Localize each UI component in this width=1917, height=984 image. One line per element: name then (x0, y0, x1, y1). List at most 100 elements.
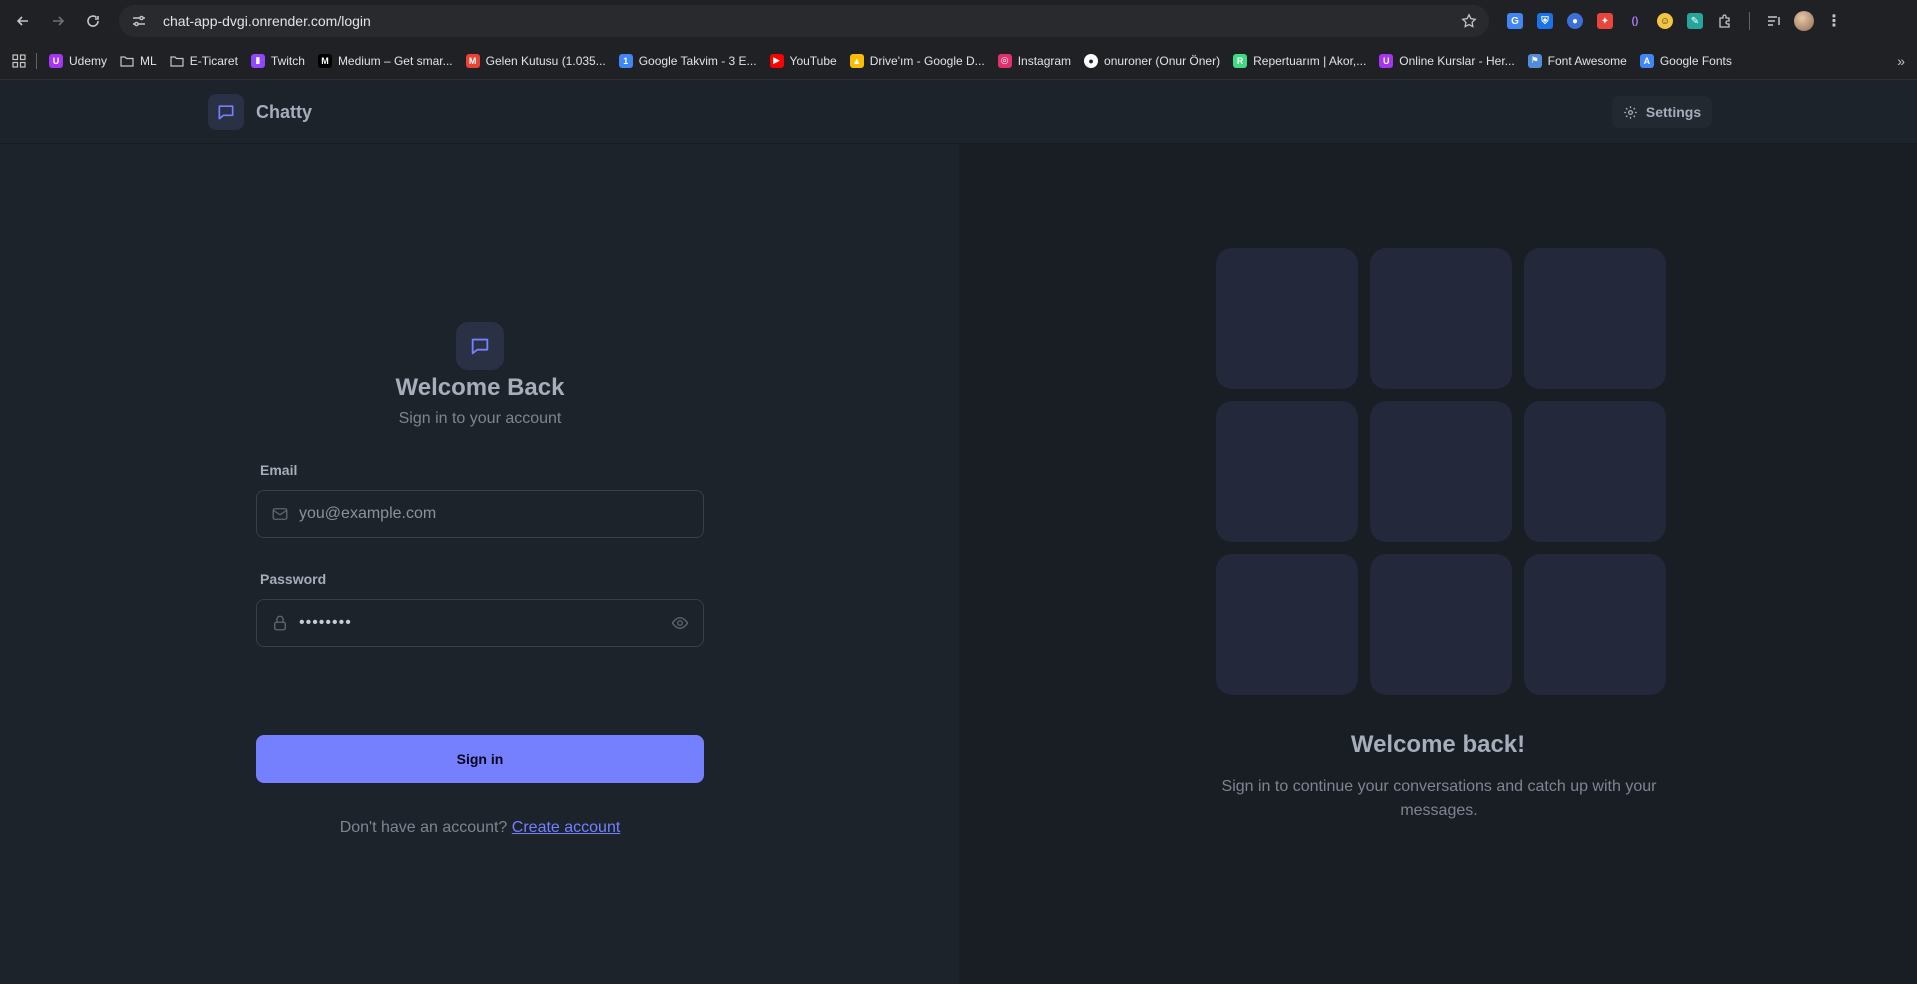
youtube-icon: ▶ (769, 53, 784, 68)
bookmark-label: Google Fonts (1659, 53, 1732, 68)
email-placeholder: you@example.com (299, 505, 437, 522)
browser-toolbar: chat-app-dvgi.onrender.com/login G ⛨ ● ✦… (0, 0, 1917, 42)
translate-extension-icon[interactable]: G (1503, 9, 1527, 33)
instagram-icon: ◎ (997, 53, 1012, 68)
brackets-extension-icon[interactable]: () (1623, 9, 1647, 33)
bookmark-label: E-Ticaret (189, 53, 238, 68)
login-subtitle: Sign in to your account (398, 410, 562, 427)
udemy-icon: U (1379, 53, 1394, 68)
sign-in-button[interactable]: Sign in (256, 735, 704, 783)
settings-button[interactable]: Settings (1612, 96, 1712, 128)
chat-bubble-icon (208, 94, 244, 130)
repertuar-icon: R (1233, 53, 1248, 68)
bookmark-label: onuroner (Onur Öner) (1104, 53, 1221, 68)
medium-icon: M (317, 53, 332, 68)
folder-icon (120, 54, 134, 68)
bookmark-item[interactable]: M Medium – Get smar... (317, 53, 453, 68)
flag-icon: ⚑ (1527, 53, 1542, 68)
bookmark-item[interactable]: ▲ Drive'ım - Google D... (849, 53, 985, 68)
pattern-tile (1216, 248, 1358, 389)
menu-kebab-icon[interactable]: ⋮ (1822, 9, 1846, 33)
reload-icon (87, 15, 99, 27)
app-header: Chatty Settings (0, 80, 1917, 144)
address-bar[interactable]: chat-app-dvgi.onrender.com/login (119, 5, 1489, 37)
gear-icon (1624, 105, 1637, 119)
email-label: Email (260, 462, 298, 478)
bookmark-item[interactable]: ● onuroner (Onur Öner) (1084, 53, 1221, 68)
bookmark-item[interactable]: U Udemy (49, 53, 108, 68)
github-icon: ● (1084, 53, 1099, 68)
bookmark-item[interactable]: ◎ Instagram (997, 53, 1071, 68)
twitch-icon: ▮ (250, 53, 265, 68)
bookmark-label: Twitch (270, 53, 305, 68)
brand-name: Chatty (256, 101, 313, 122)
site-settings-icon[interactable] (131, 13, 151, 29)
rocket-extension-icon[interactable]: ✦ (1593, 9, 1617, 33)
puzzle-icon[interactable] (1713, 9, 1737, 33)
apps-grid-icon[interactable] (12, 53, 26, 68)
pattern-tile (1524, 401, 1666, 542)
promo-text: Sign in to continue your conversations a… (1221, 778, 1657, 819)
pattern-tile (1524, 554, 1666, 695)
google-fonts-icon: A (1639, 53, 1654, 68)
gmail-icon: M (465, 53, 480, 68)
pattern-tile (1370, 554, 1512, 695)
bookmark-label: Drive'ım - Google D... (869, 53, 985, 68)
password-label: Password (260, 571, 327, 587)
toolbar-divider (1749, 12, 1750, 30)
reload-button[interactable] (78, 6, 108, 36)
bookmarks-separator (36, 52, 37, 69)
bookmark-star-icon[interactable] (1461, 13, 1477, 29)
bookmark-item[interactable]: ▶ YouTube (769, 53, 837, 68)
bookmark-item[interactable]: ⚑ Font Awesome (1527, 53, 1627, 68)
signup-prompt-text: Don't have an account? (339, 819, 508, 836)
create-account-link[interactable]: Create account (512, 819, 621, 836)
login-pane: Welcome Back Sign in to your account Ema… (0, 144, 959, 984)
password-value: •••••••• (299, 614, 352, 631)
lock-icon (271, 614, 289, 632)
eye-icon[interactable] (671, 614, 689, 632)
main-content: Welcome Back Sign in to your account Ema… (0, 144, 1917, 984)
udemy-icon: U (49, 53, 63, 68)
profile-avatar[interactable] (1792, 9, 1816, 33)
folder-icon (170, 54, 184, 68)
reading-list-icon[interactable] (1762, 9, 1786, 33)
bookmark-item[interactable]: 1 Google Takvim - 3 E... (618, 53, 757, 68)
bookmark-item[interactable]: ML (120, 54, 157, 68)
emoji-extension-icon[interactable]: ☺ (1653, 9, 1677, 33)
bookmark-item[interactable]: R Repertuarım | Akor,... (1233, 53, 1367, 68)
bookmark-label: Repertuarım | Akor,... (1253, 53, 1367, 68)
bookmark-label: Font Awesome (1547, 53, 1627, 68)
brand-link[interactable]: Chatty (208, 94, 312, 130)
drive-icon: ▲ (849, 53, 864, 68)
url-text[interactable]: chat-app-dvgi.onrender.com/login (163, 13, 1461, 29)
shield-extension-icon[interactable]: ⛨ (1533, 9, 1557, 33)
bookmark-label: ML (140, 53, 157, 68)
arrow-left-icon (16, 16, 28, 26)
color-picker-extension-icon[interactable]: ✎ (1683, 9, 1707, 33)
back-button[interactable] (8, 6, 38, 36)
bookmark-item[interactable]: E-Ticaret (170, 54, 238, 68)
bookmark-item[interactable]: U Online Kurslar - Her... (1379, 53, 1515, 68)
globe-extension-icon[interactable]: ● (1563, 9, 1587, 33)
bookmark-label: Gelen Kutusu (1.035... (485, 53, 606, 68)
extensions-area: G ⛨ ● ✦ () ☺ ✎ ⋮ (1503, 9, 1846, 33)
bookmark-label: Medium – Get smar... (337, 53, 453, 68)
more-bookmarks-icon[interactable]: » (1897, 53, 1905, 69)
decorative-tile-grid (1216, 248, 1666, 695)
email-field[interactable]: you@example.com (256, 490, 704, 538)
pattern-tile (1216, 401, 1358, 542)
password-field[interactable]: •••••••• (256, 599, 704, 647)
pattern-tile (1524, 248, 1666, 389)
login-title: Welcome Back (395, 374, 565, 401)
mail-icon (271, 505, 289, 523)
bookmark-item[interactable]: A Google Fonts (1639, 53, 1732, 68)
forward-button[interactable] (43, 6, 73, 36)
pattern-tile (1216, 554, 1358, 695)
bookmark-label: Udemy (69, 53, 108, 68)
promo-pane: Welcome back! Sign in to continue your c… (959, 144, 1917, 984)
pattern-tile (1370, 401, 1512, 542)
bookmark-item[interactable]: M Gelen Kutusu (1.035... (465, 53, 606, 68)
bookmark-item[interactable]: ▮ Twitch (250, 53, 305, 68)
bookmark-label: Online Kurslar - Her... (1399, 53, 1515, 68)
